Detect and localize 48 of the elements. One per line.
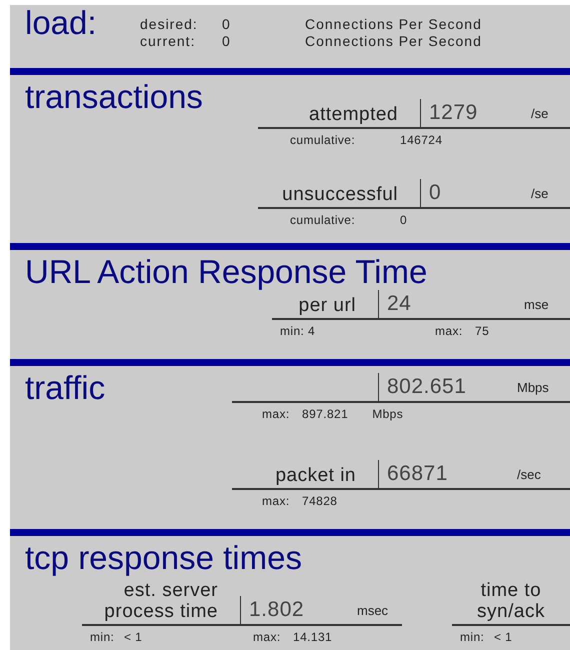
stat-label: min: [460, 630, 486, 644]
stat-label: max: [435, 324, 464, 338]
stat-value: 75 [475, 324, 490, 338]
metric-value: 802.651 [386, 375, 468, 400]
metric-unit: msec [357, 603, 388, 620]
load-value: 0 [222, 33, 232, 49]
metric-unit: /se [531, 106, 548, 123]
metric-unit: Mbps [517, 380, 549, 397]
metric-label: est. server process time [103, 580, 219, 624]
stat-value: < 1 [124, 630, 142, 644]
metric-label: unsuccessful [281, 184, 399, 207]
stat-value: 897.821 [302, 407, 348, 421]
section-title: tcp response times [24, 540, 303, 576]
metric-value: 66871 [386, 462, 449, 487]
stat-label: cumulative: [290, 133, 356, 147]
stat-value: 4 [308, 324, 316, 338]
metric-value: 1279 [428, 101, 479, 126]
stat-label: min: [280, 324, 306, 338]
load-label: current: [140, 33, 196, 49]
load-unit: Connections Per Second [305, 33, 483, 49]
section-title: load: [24, 5, 98, 41]
stat-value: 74828 [302, 494, 338, 508]
metric-unit: /se [531, 186, 548, 203]
stat-value: 146724 [400, 133, 442, 147]
stat-label: max: [262, 407, 291, 421]
stat-unit: Mbps [372, 407, 404, 421]
stat-value: 0 [400, 213, 408, 227]
load-label: desired: [140, 16, 199, 32]
metric-value: 0 [428, 181, 442, 206]
metric-value: 1.802 [248, 598, 306, 623]
section-title: traffic [24, 370, 106, 406]
section-title: transactions [24, 79, 204, 115]
stat-label: max: [262, 494, 291, 508]
metric-label: packet in [274, 465, 357, 488]
metric-value: 24 [386, 292, 412, 317]
stat-value: < 1 [494, 630, 512, 644]
stat-value: 14.131 [293, 630, 332, 644]
load-value: 0 [222, 16, 232, 32]
metric-unit: mse [524, 297, 549, 314]
section-title: URL Action Response Time [24, 254, 428, 290]
metric-label: per url [298, 295, 357, 318]
metric-label: attempted [308, 104, 399, 127]
metric-label: time to syn/ack [476, 580, 546, 624]
stat-label: max: [253, 630, 282, 644]
load-unit: Connections Per Second [305, 16, 483, 32]
stat-label: cumulative: [290, 213, 356, 227]
stat-label: min: [90, 630, 116, 644]
metric-unit: /sec [517, 467, 541, 484]
